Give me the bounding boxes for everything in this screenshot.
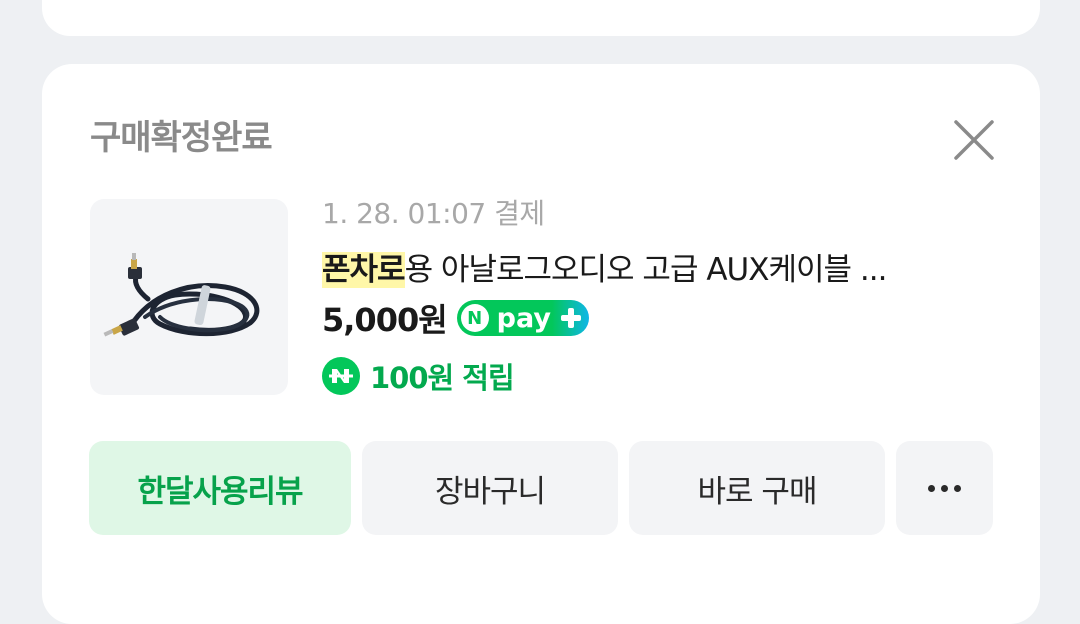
cart-button[interactable]: 장바구니	[362, 441, 618, 535]
action-buttons: 한달사용리뷰 장바구니 바로 구매	[89, 441, 993, 535]
payment-date: 1. 28. 01:07 결제	[322, 197, 545, 230]
review-button[interactable]: 한달사용리뷰	[89, 441, 351, 535]
previous-order-card	[42, 0, 1040, 36]
buy-now-button[interactable]: 바로 구매	[629, 441, 885, 535]
plus-icon	[557, 304, 585, 332]
title-highlight: 폰차로	[322, 252, 406, 288]
title-rest: 용 아날로그오디오 고급 AUX케이블 ...	[404, 252, 888, 288]
more-button[interactable]	[896, 441, 993, 535]
naver-point-icon	[322, 357, 360, 395]
order-status: 구매확정완료	[90, 118, 273, 158]
more-dots-icon	[925, 484, 964, 492]
npay-n-icon: N	[460, 304, 489, 332]
price-row: 5,000원 N pay	[322, 296, 589, 340]
npay-label: pay	[496, 302, 551, 334]
order-card: 구매확정완료 1. 28. 01:07 결제 폰차로용 아날로그오디오 고급 A…	[42, 64, 1040, 624]
point-row: 100원 적립	[322, 354, 515, 398]
close-button[interactable]	[950, 116, 998, 164]
product-title[interactable]: 폰차로용 아날로그오디오 고급 AUX케이블 ...	[322, 244, 982, 289]
product-price: 5,000원	[322, 301, 448, 339]
product-thumbnail[interactable]	[90, 199, 288, 395]
npay-plus-badge: N pay	[456, 300, 589, 336]
close-icon	[954, 120, 994, 160]
aux-cable-image	[103, 253, 260, 337]
point-amount: 100원 적립	[370, 361, 515, 395]
